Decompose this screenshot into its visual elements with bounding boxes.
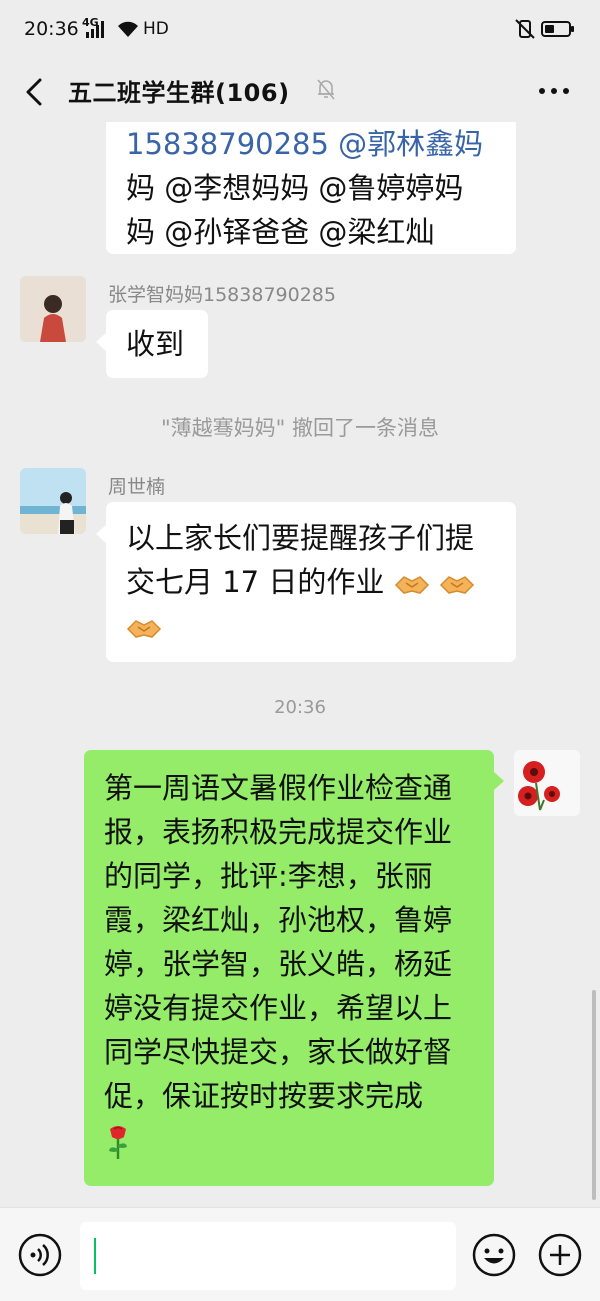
status-bar: 20:36 4G HD: [0, 0, 600, 62]
message-bubble[interactable]: 以上家长们要提醒孩子们提 交七月 17 日的作业: [106, 502, 516, 662]
scrollbar[interactable]: [592, 990, 596, 1200]
message-line: 促，保证按时按要求完成: [104, 1079, 424, 1113]
sender-name: 周世楠: [108, 476, 166, 498]
message-line: 15838790285 @郭林鑫妈: [126, 127, 484, 161]
avatar-image: [514, 750, 580, 816]
message-line: 同学尽快提交，家长做好督: [104, 1035, 453, 1069]
message-input[interactable]: [80, 1222, 456, 1290]
status-time: 20:36: [24, 18, 79, 40]
rose-icon: [109, 1126, 127, 1159]
bubble-tail: [96, 333, 106, 351]
handshake-icon: [126, 620, 162, 638]
avatar[interactable]: [20, 276, 86, 342]
avatar-image: [20, 276, 86, 342]
chat-title[interactable]: 五二班学生群(106): [68, 73, 290, 108]
recall-notice: "薄越骞妈妈" 撤回了一条消息: [161, 416, 439, 440]
message-line: 妈 @孙铎爸爸 @梁红灿: [126, 215, 435, 249]
bubble-tail: [494, 772, 504, 790]
message-line: 妈 @李想妈妈 @鲁婷婷妈: [126, 171, 464, 205]
avatar-image: [20, 468, 86, 534]
avatar[interactable]: [20, 468, 86, 534]
message-line: 交七月 17 日的作业: [126, 560, 496, 604]
back-icon[interactable]: [18, 72, 54, 112]
message-text: 交七月 17 日的作业: [126, 565, 385, 599]
battery-icon: [541, 21, 574, 37]
wifi-icon: [118, 21, 138, 37]
message-line: 婷，张学智，张义皓，杨延: [104, 947, 453, 981]
more-icon[interactable]: [534, 76, 574, 106]
message-line: 报，表扬积极完成提交作业: [104, 815, 453, 849]
hd-indicator: HD: [143, 19, 169, 39]
signal-icon: [86, 21, 104, 38]
plus-icon[interactable]: [538, 1233, 582, 1277]
message-list[interactable]: 15838790285 @郭林鑫妈 妈 @李想妈妈 @鲁婷婷妈 妈 @孙铎爸爸 …: [0, 122, 600, 1207]
text-cursor: [94, 1238, 96, 1274]
input-bar: [0, 1207, 600, 1301]
my-avatar[interactable]: [514, 750, 580, 816]
message-line: [104, 1118, 474, 1162]
emoji-icon[interactable]: [472, 1233, 516, 1277]
chat-header: 五二班学生群(106): [0, 62, 600, 122]
sender-name: 张学智妈妈15838790285: [108, 284, 336, 306]
message-bubble[interactable]: 第一周语文暑假作业检查通 报，表扬积极完成提交作业 的同学，批评:李想，张丽 霞…: [84, 750, 494, 1186]
handshake-icon: [439, 576, 474, 594]
message-line: 婷没有提交作业，希望以上: [104, 991, 453, 1025]
bubble-tail: [96, 525, 106, 543]
message-line: 第一周语文暑假作业检查通: [104, 771, 453, 805]
message-line: [126, 604, 496, 648]
message-line: 以上家长们要提醒孩子们提: [126, 521, 475, 555]
handshake-icon: [394, 576, 429, 594]
mute-icon: [317, 79, 335, 100]
message-timestamp: 20:36: [274, 697, 326, 718]
message-bubble[interactable]: 收到: [106, 310, 208, 378]
message-line: 的同学，批评:李想，张丽: [104, 859, 433, 893]
vibrate-mute-icon: [515, 19, 535, 39]
voice-icon[interactable]: [18, 1233, 62, 1277]
message-bubble[interactable]: 15838790285 @郭林鑫妈 妈 @李想妈妈 @鲁婷婷妈 妈 @孙铎爸爸 …: [106, 122, 516, 254]
message-line: 霞，梁红灿，孙池权，鲁婷: [104, 903, 453, 937]
message-line: 收到: [126, 327, 185, 361]
